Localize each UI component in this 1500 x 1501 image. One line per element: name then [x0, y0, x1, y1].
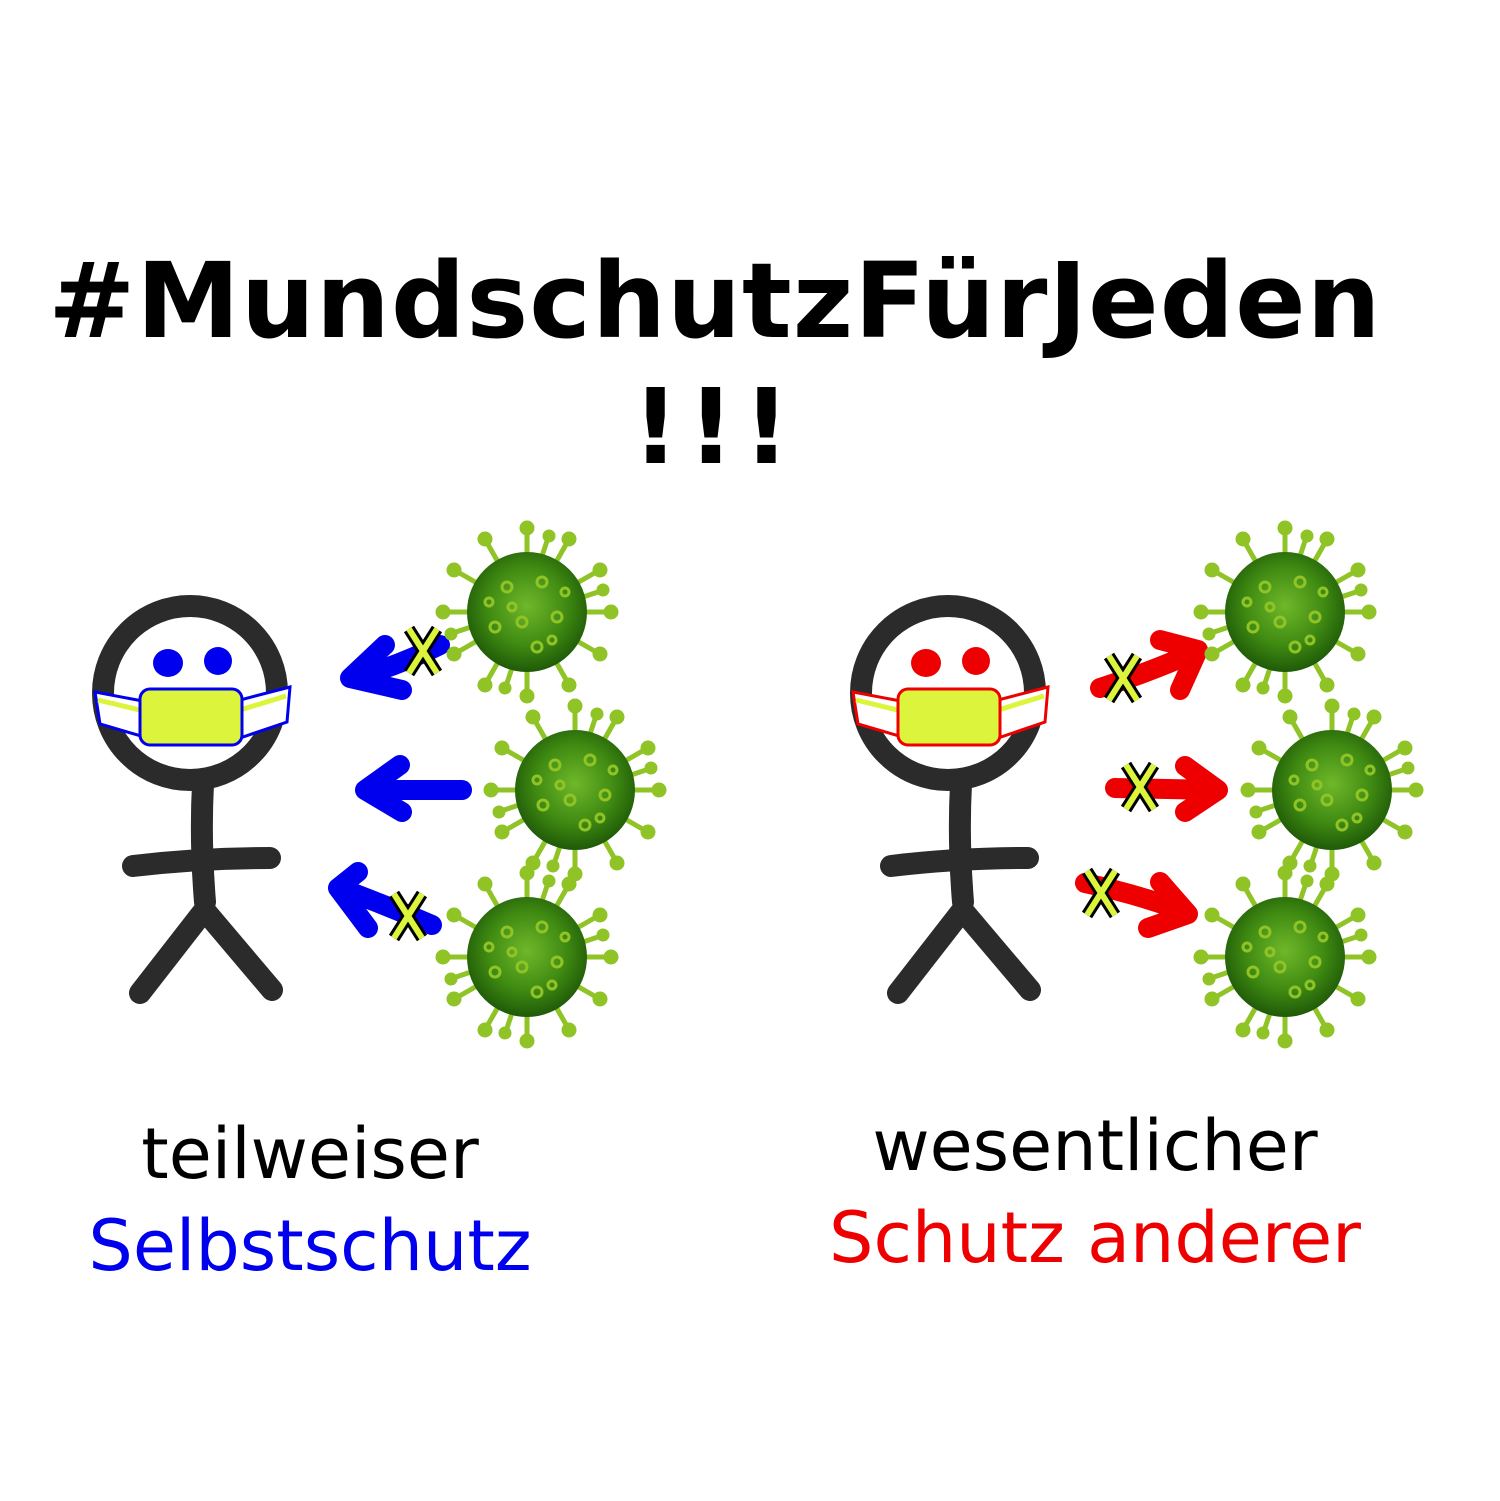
coronavirus-icon — [1243, 701, 1421, 879]
eyes-icon — [153, 647, 232, 677]
caption-right: wesentlicher Schutz anderer — [790, 1100, 1400, 1284]
coronavirus-icon — [438, 868, 616, 1046]
coronavirus-icon — [438, 523, 616, 701]
left-panel-illustration — [92, 523, 664, 1046]
caption-left-line2: Selbstschutz — [88, 1205, 532, 1287]
right-panel-illustration — [850, 523, 1421, 1046]
caption-left-line1: teilweiser — [141, 1113, 479, 1195]
coronavirus-icon — [1196, 868, 1374, 1046]
arrow-icon — [355, 755, 472, 822]
stick-figure-icon — [850, 595, 1046, 1004]
coronavirus-icon — [1196, 523, 1374, 701]
stick-figure-icon — [92, 595, 288, 1004]
caption-left: teilweiser Selbstschutz — [40, 1108, 580, 1292]
coronavirus-icon — [486, 701, 664, 879]
caption-right-line2: Schutz anderer — [829, 1197, 1361, 1279]
caption-right-line1: wesentlicher — [872, 1105, 1318, 1187]
eyes-icon — [911, 647, 990, 677]
